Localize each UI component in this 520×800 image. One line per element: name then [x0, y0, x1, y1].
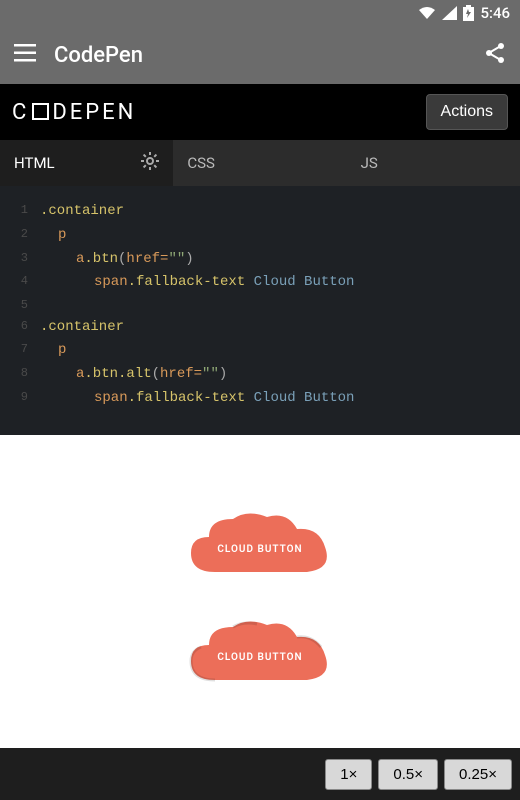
- wifi-icon: [418, 6, 436, 20]
- zoom-bar: 1× 0.5× 0.25×: [0, 748, 520, 800]
- logo-bar: C DEPEN Actions: [0, 84, 520, 140]
- tab-html[interactable]: HTML: [0, 140, 173, 186]
- preview-pane: CLOUD BUTTON CLOUD BUTTON: [0, 435, 520, 748]
- menu-icon[interactable]: [14, 44, 36, 66]
- gear-icon[interactable]: [141, 152, 159, 174]
- cloud-button-label: CLOUD BUTTON: [217, 544, 302, 555]
- zoom-025x-button[interactable]: 0.25×: [444, 759, 512, 790]
- tab-css[interactable]: CSS: [173, 140, 346, 186]
- tab-js[interactable]: JS: [347, 140, 520, 186]
- zoom-1x-button[interactable]: 1×: [325, 759, 372, 790]
- cloud-button-1[interactable]: CLOUD BUTTON: [185, 507, 335, 577]
- app-title: CodePen: [54, 43, 466, 68]
- share-icon[interactable]: [484, 42, 506, 68]
- cloud-icon: [185, 507, 335, 577]
- actions-button[interactable]: Actions: [426, 94, 508, 130]
- status-time: 5:46: [480, 4, 510, 22]
- status-bar: 5:46: [0, 0, 520, 26]
- codepen-logo: C DEPEN: [12, 100, 136, 125]
- cloud-icon: [185, 615, 335, 685]
- logo-box-icon: [32, 103, 49, 120]
- signal-icon: [442, 6, 457, 20]
- cloud-button-2[interactable]: CLOUD BUTTON: [185, 615, 335, 685]
- battery-icon: [463, 5, 474, 21]
- editor-tabs: HTML CSS JS: [0, 140, 520, 186]
- cloud-button-label: CLOUD BUTTON: [217, 652, 302, 663]
- zoom-05x-button[interactable]: 0.5×: [378, 759, 438, 790]
- code-editor[interactable]: 1.container 2p 3a.btn(href="") 4span.fal…: [0, 186, 520, 435]
- app-bar: CodePen: [0, 26, 520, 84]
